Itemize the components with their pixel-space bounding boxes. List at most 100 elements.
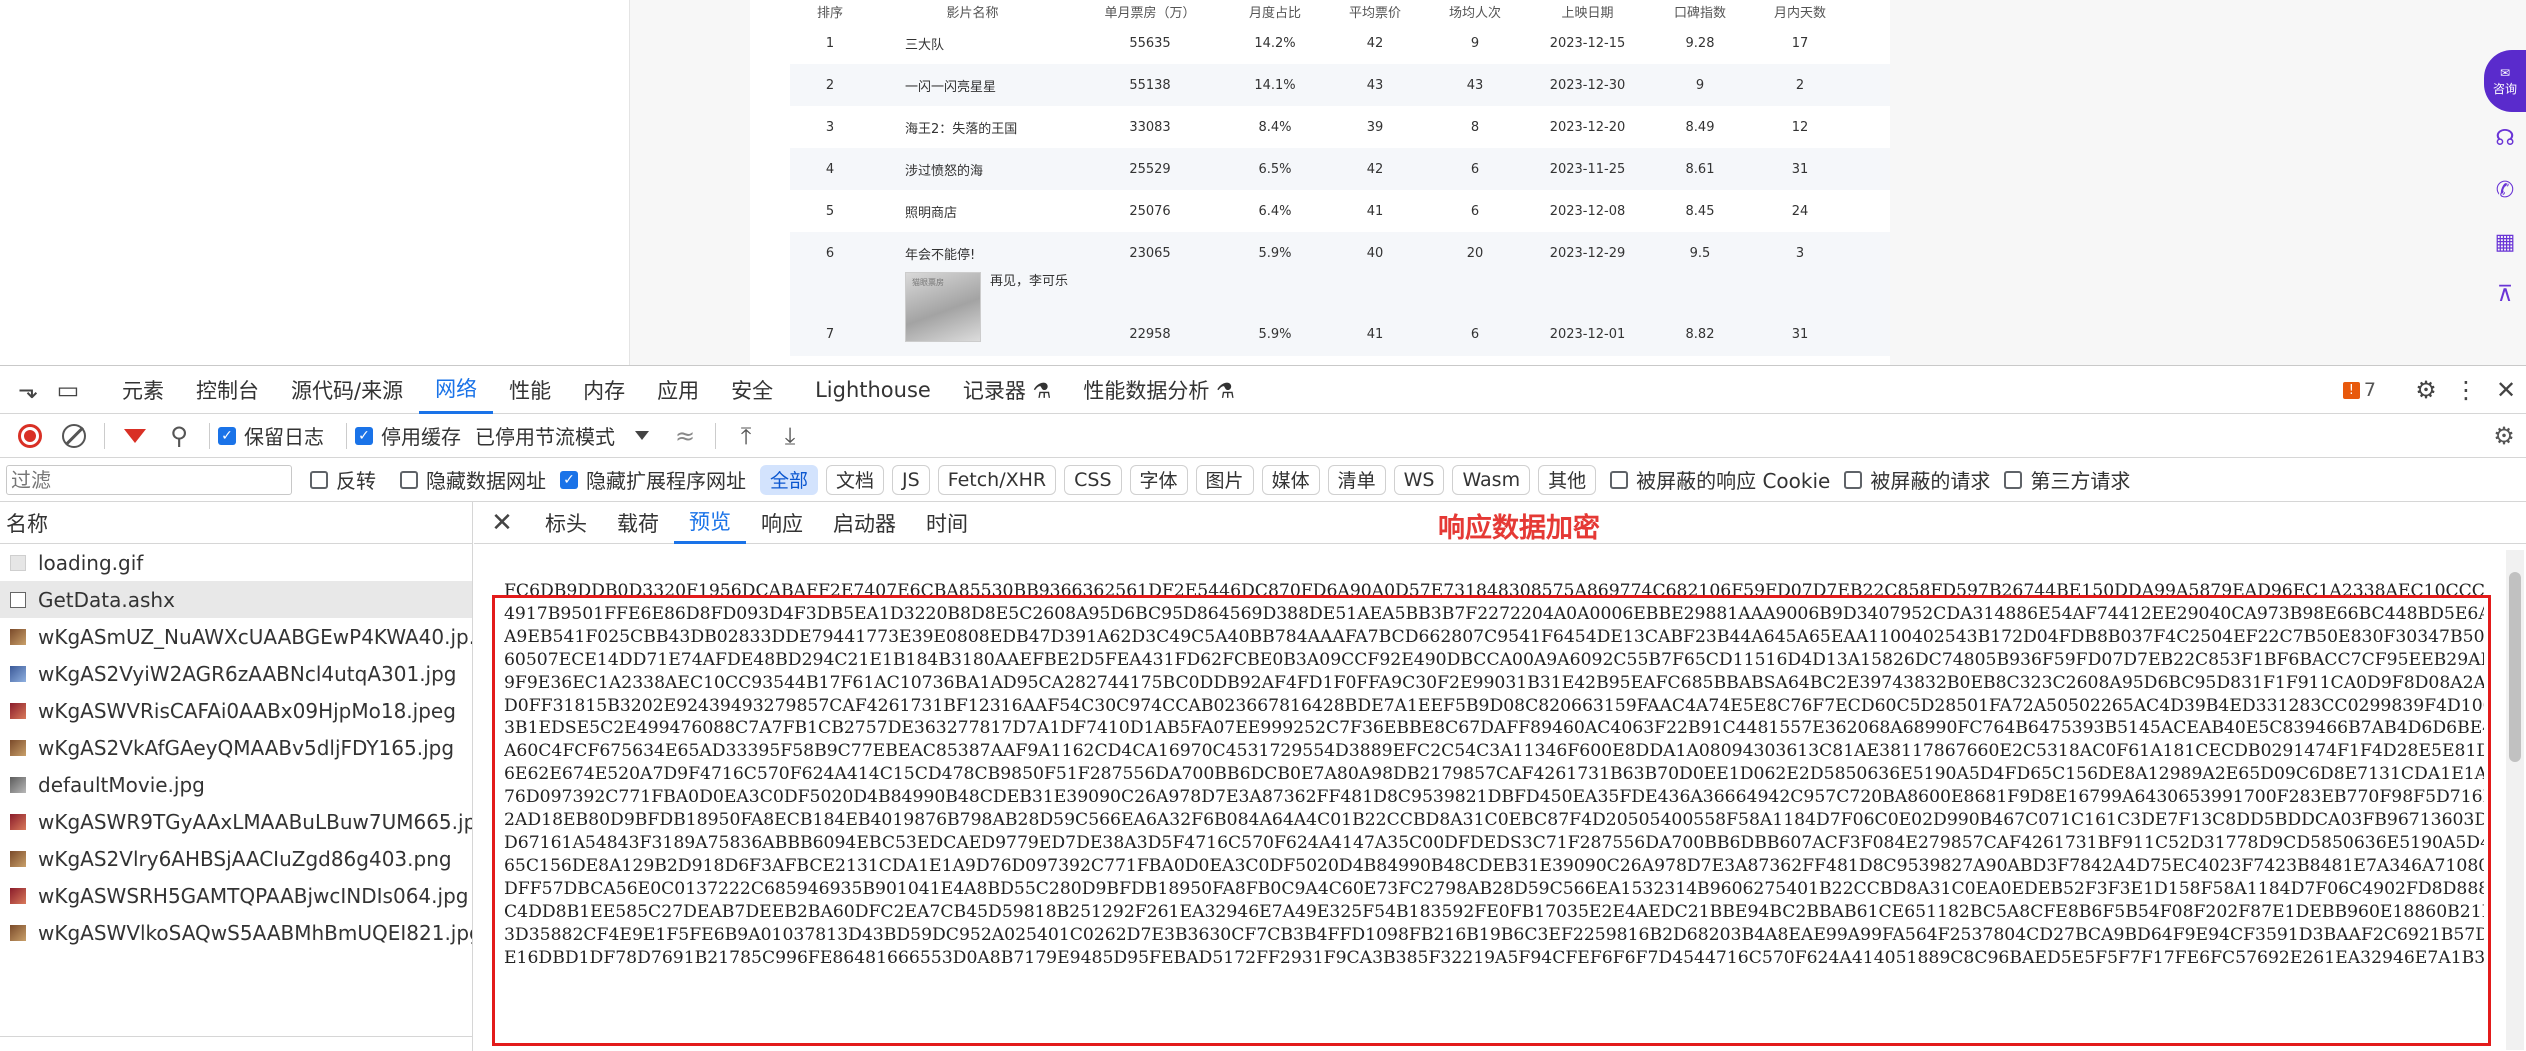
- detail-tab[interactable]: 载荷: [602, 502, 674, 544]
- table-row[interactable]: 1 三大队 55635 14.2% 42 9 2023-12-15 9.28 17: [790, 22, 1890, 64]
- devtools-tab[interactable]: 性能数据分析 ⚗: [1067, 366, 1251, 414]
- detail-tab[interactable]: 预览: [674, 502, 746, 544]
- devtools-tab[interactable]: 安全: [715, 366, 789, 414]
- resource-type-pill[interactable]: CSS: [1064, 464, 1122, 495]
- request-name: defaultMovie.jpg: [38, 772, 205, 797]
- detail-tab[interactable]: 启动器: [818, 502, 911, 544]
- title-cell[interactable]: 涉过愤怒的海: [870, 160, 1075, 179]
- inspect-element-icon[interactable]: ⬎: [8, 370, 48, 410]
- back-to-top-icon[interactable]: ⊼: [2484, 268, 2526, 320]
- invert-checkbox[interactable]: 反转: [310, 465, 376, 494]
- resource-type-pill[interactable]: 其他: [1538, 464, 1597, 495]
- blocked-cookies-checkbox[interactable]: 被屏蔽的响应 Cookie: [1610, 465, 1830, 494]
- table-row[interactable]: 4 涉过愤怒的海 25529 6.5% 42 6 2023-11-25 8.61 31: [790, 148, 1890, 190]
- detail-tab[interactable]: 标头: [530, 502, 602, 544]
- resource-type-pill[interactable]: Fetch/XHR: [937, 464, 1057, 495]
- export-har-button[interactable]: ⤓: [768, 416, 812, 456]
- devtools-tab[interactable]: 性能: [493, 366, 567, 414]
- filter-toggle-button[interactable]: [113, 416, 157, 456]
- disable-cache-checkbox[interactable]: ✓ 停用缓存: [355, 421, 461, 450]
- devtools-tab[interactable]: 源代码/来源: [275, 366, 419, 414]
- preserve-log-checkbox[interactable]: ✓ 保留日志: [218, 421, 324, 450]
- request-row[interactable]: wKgASWSRH5GAMTQPAABjwcINDIs064.jpg: [0, 877, 472, 914]
- phone-icon[interactable]: ✆: [2484, 164, 2526, 216]
- devtools-tab[interactable]: Lighthouse: [799, 366, 947, 414]
- settings-gear-icon[interactable]: ⚙: [2406, 370, 2446, 410]
- title-cell[interactable]: 三大队: [870, 34, 1075, 53]
- request-row[interactable]: wKgAS2Vlry6AHBSjAACIuZgd86g403.png: [0, 840, 472, 877]
- consult-button[interactable]: ✉ 咨询: [2484, 50, 2526, 112]
- title-cell[interactable]: 照明商店: [870, 202, 1075, 221]
- detail-tab[interactable]: 时间: [911, 502, 983, 544]
- hide-data-urls-checkbox[interactable]: 隐藏数据网址: [400, 465, 546, 494]
- movie-poster[interactable]: 猫眼票房: [905, 272, 981, 342]
- headset-icon[interactable]: ☊: [2484, 112, 2526, 164]
- response-preview[interactable]: FC6DB9DDB0D3320F1956DCABAFF2E7407E6CBA85…: [490, 554, 2490, 1051]
- movie-title[interactable]: 再见，李可乐: [990, 270, 1068, 289]
- close-devtools-icon[interactable]: ✕: [2486, 370, 2526, 410]
- search-icon: ⚲: [170, 421, 188, 450]
- resource-type-pill[interactable]: 文档: [826, 464, 885, 495]
- network-conditions-button[interactable]: ≈: [663, 416, 707, 456]
- close-detail-icon[interactable]: ✕: [474, 502, 530, 544]
- table-row[interactable]: 5 照明商店 25076 6.4% 41 6 2023-12-08 8.45 24: [790, 190, 1890, 232]
- devtools-tab[interactable]: 记录器 ⚗: [947, 366, 1068, 414]
- qrcode-icon[interactable]: ▦: [2484, 216, 2526, 268]
- issues-badge[interactable]: ! 7: [2342, 379, 2376, 401]
- title-cell[interactable]: 年会不能停!: [870, 244, 1075, 263]
- resource-type-pill[interactable]: 图片: [1195, 464, 1254, 495]
- request-row[interactable]: wKgAS2VyiW2AGR6zAABNcl4utqA301.jpg: [0, 655, 472, 692]
- devtools-tab[interactable]: 元素: [106, 366, 180, 414]
- resource-type-pill[interactable]: JS: [892, 464, 930, 495]
- request-row[interactable]: wKgASmUZ_NuAWXcUAABGEwP4KWA40.jp...: [0, 618, 472, 655]
- table-row[interactable]: 3 海王2：失落的王国 33083 8.4% 39 8 2023-12-20 8.49 12: [790, 106, 1890, 148]
- request-row[interactable]: wKgAS2VkAfGAeyQMAABv5dljFDY165.jpg: [0, 729, 472, 766]
- request-row[interactable]: GetData.ashx: [0, 581, 472, 618]
- request-row[interactable]: defaultMovie.jpg: [0, 766, 472, 803]
- table-row[interactable]: 2 一闪一闪亮星星 55138 14.1% 43 43 2023-12-30 9 2: [790, 64, 1890, 106]
- title-cell[interactable]: 猫眼票房 再见，李可乐: [870, 272, 1075, 342]
- resource-type-pill[interactable]: 媒体: [1261, 464, 1320, 495]
- title-cell[interactable]: 海王2：失落的王国: [870, 118, 1075, 137]
- poster-caption: 猫眼票房: [912, 278, 944, 287]
- header-share: 月度占比: [1248, 5, 1301, 21]
- table-row[interactable]: 7 猫眼票房 再见，李可乐 22958 5.9% 41 6 2023-12-01 8.82 31: [790, 272, 1890, 356]
- table-row[interactable]: 6 年会不能停! 23065 5.9% 40 20 2023-12-29 9.5 3: [790, 232, 1890, 274]
- search-button[interactable]: ⚲: [157, 416, 201, 456]
- network-settings-icon[interactable]: ⚙: [2482, 416, 2526, 456]
- third-party-checkbox[interactable]: 第三方请求: [2004, 465, 2130, 494]
- avg-price-cell: 42: [1366, 35, 1384, 51]
- response-line: D0FF31815B3202E92439493279857CAF4261731B…: [504, 695, 2484, 716]
- devtools-tab[interactable]: 控制台: [180, 366, 275, 414]
- devtools-tab[interactable]: 应用: [641, 366, 715, 414]
- scrollbar-thumb[interactable]: [2509, 572, 2521, 762]
- request-row[interactable]: wKgASWR9TGyAAxLMAABuLBuw7UM665.jpg: [0, 803, 472, 840]
- more-options-icon[interactable]: ⋮: [2446, 370, 2486, 410]
- release-date-cell: 2023-12-29: [1549, 245, 1626, 261]
- resource-type-pill[interactable]: 全部: [760, 464, 819, 495]
- hide-extension-urls-checkbox[interactable]: ✓ 隐藏扩展程序网址: [560, 465, 746, 494]
- blocked-requests-checkbox[interactable]: 被屏蔽的请求: [1844, 465, 1990, 494]
- request-row[interactable]: loading.gif: [0, 544, 472, 581]
- devtools-tab[interactable]: 网络: [419, 366, 494, 414]
- preview-scrollbar[interactable]: [2506, 550, 2524, 1050]
- title-cell[interactable]: 一闪一闪亮星星: [870, 76, 1075, 95]
- device-toolbar-icon[interactable]: ▭: [48, 370, 88, 410]
- header-avg-price: 平均票价: [1348, 5, 1401, 21]
- request-row[interactable]: wKgASWVlkoSAQwS5AABMhBmUQEI821.jpg: [0, 914, 472, 951]
- share-cell: 8.4%: [1258, 119, 1292, 135]
- import-har-button[interactable]: ⤒: [724, 416, 768, 456]
- box-office-cell: 33083: [1129, 119, 1171, 135]
- devtools-tab[interactable]: 内存: [567, 366, 641, 414]
- filter-input[interactable]: [6, 464, 292, 495]
- resource-type-pill[interactable]: 字体: [1129, 464, 1188, 495]
- throttling-select[interactable]: 已停用节流模式: [475, 421, 649, 450]
- request-row[interactable]: wKgASWVRisCAFAi0AABx09HjpMo18.jpeg: [0, 692, 472, 729]
- resource-type-pill[interactable]: 清单: [1327, 464, 1386, 495]
- detail-tab[interactable]: 响应: [746, 502, 818, 544]
- record-button[interactable]: [8, 416, 52, 456]
- resource-type-pill[interactable]: WS: [1393, 464, 1445, 495]
- request-list-header[interactable]: 名称: [0, 502, 472, 544]
- clear-button[interactable]: [52, 416, 96, 456]
- resource-type-pill[interactable]: Wasm: [1452, 464, 1531, 495]
